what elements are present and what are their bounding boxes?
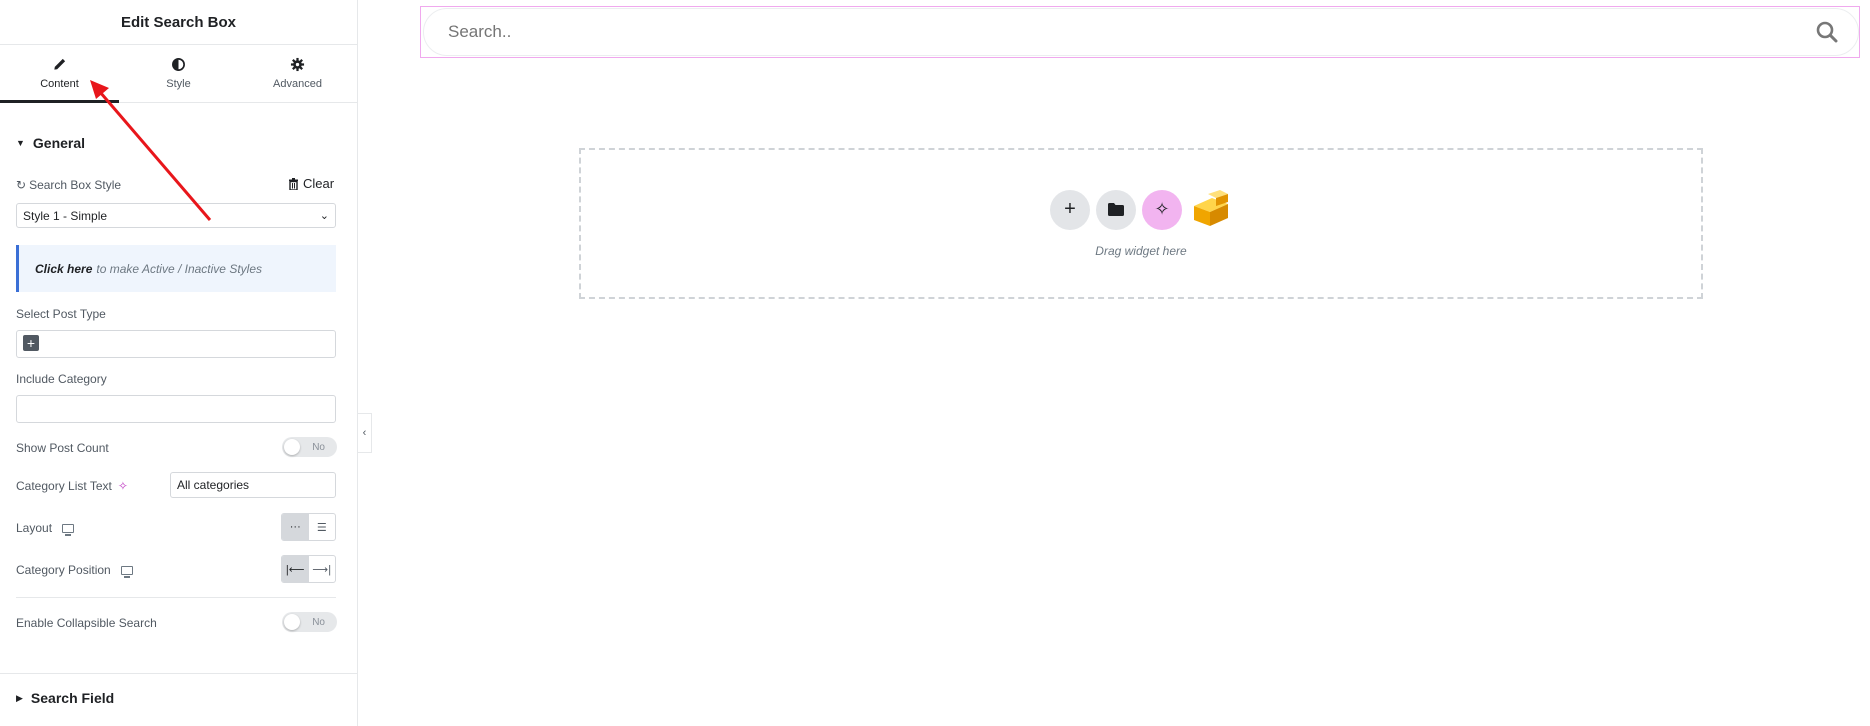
section-general-heading: General	[32, 135, 86, 151]
caret-down-icon: ▼	[16, 138, 25, 148]
select-post-type-label: Select Post Type	[16, 307, 106, 321]
caret-right-icon: ▶	[16, 692, 23, 703]
tab-style-label: Style	[166, 78, 191, 90]
enable-collapsible-label: Enable Collapsible Search	[16, 616, 157, 630]
panel-title: Edit Search Box	[120, 13, 237, 31]
include-category-input[interactable]	[16, 395, 336, 423]
pencil-icon	[54, 58, 66, 70]
add-section-button[interactable]: +	[1050, 189, 1090, 230]
plus-icon: +	[1064, 198, 1076, 220]
divider	[16, 597, 336, 598]
search-icon	[1816, 21, 1838, 43]
drop-zone-text: Drag widget here	[1095, 243, 1187, 258]
chevron-down-icon: ⌄	[319, 210, 329, 222]
collapse-panel-button[interactable]: ‹	[358, 413, 372, 453]
position-right-option[interactable]: ⟶|	[309, 556, 336, 582]
ai-sparkle-icon[interactable]: ✧	[118, 479, 128, 493]
contrast-icon	[172, 58, 185, 71]
editor-panel: Edit Search Box Content Style Advanced ▼…	[0, 0, 358, 726]
tab-advanced[interactable]: Advanced	[238, 45, 357, 102]
panel-tabs: Content Style Advanced	[0, 45, 357, 103]
chevron-left-icon: ‹	[362, 427, 367, 439]
clear-label: Clear	[303, 176, 335, 191]
section-search-field-heading: Search Field	[30, 690, 115, 706]
search-box-widget[interactable]	[420, 6, 1860, 58]
desktop-icon[interactable]	[62, 523, 75, 536]
info-text: to make Active / Inactive Styles	[96, 261, 262, 276]
click-here-link[interactable]: Click here	[35, 262, 92, 276]
layout-list-option[interactable]: ☰	[309, 514, 336, 540]
panel-header: Edit Search Box	[0, 0, 357, 45]
clear-button[interactable]: Clear	[288, 176, 334, 191]
styles-info-box: Click here to make Active / Inactive Sty…	[16, 245, 336, 292]
section-divider	[0, 673, 357, 674]
layout-label: Layout	[16, 521, 53, 535]
layout-row: Layout	[16, 521, 75, 536]
trash-icon	[289, 177, 298, 190]
select-post-type-input[interactable]: +	[16, 330, 336, 358]
show-post-count-value: No	[312, 441, 325, 453]
tab-style[interactable]: Style	[119, 45, 238, 102]
desktop-icon[interactable]	[120, 565, 133, 578]
category-position-switch: |⟵ ⟶|	[281, 555, 336, 583]
gear-icon	[290, 57, 305, 72]
include-category-label: Include Category	[16, 372, 107, 386]
search-box-style-row: ↻ Search Box Style	[16, 178, 121, 192]
folder-icon	[1108, 203, 1124, 216]
refresh-icon: ↻	[16, 178, 27, 192]
template-library-button[interactable]	[1096, 189, 1136, 230]
enable-collapsible-toggle[interactable]: No	[282, 612, 337, 632]
tab-content[interactable]: Content	[0, 45, 119, 103]
search-box-style-select[interactable]: Style 1 - Simple ⌄	[16, 203, 336, 228]
search-box-style-label: Search Box Style	[29, 178, 122, 192]
category-position-label: Category Position	[16, 563, 111, 577]
tab-advanced-label: Advanced	[273, 78, 322, 90]
category-list-text-row: Category List Text ✧	[16, 479, 128, 493]
category-list-text-label: Category List Text	[16, 479, 112, 493]
category-position-row: Category Position	[16, 563, 133, 578]
search-input[interactable]	[423, 8, 1859, 56]
drop-zone-buttons: + ✧	[1050, 189, 1232, 230]
show-post-count-label: Show Post Count	[16, 441, 109, 455]
show-post-count-toggle[interactable]: No	[282, 437, 337, 457]
drop-zone[interactable]: + ✧ Drag widget here	[579, 148, 1703, 299]
align-right-icon: ⟶|	[312, 563, 332, 576]
layout-switch: ··· ☰	[281, 513, 336, 541]
section-general-toggle[interactable]: ▼ General	[16, 135, 85, 151]
position-left-option[interactable]: |⟵	[282, 556, 309, 582]
cube-logo-icon	[1194, 189, 1228, 226]
search-button[interactable]	[1797, 9, 1857, 55]
plugin-cube-button[interactable]	[1188, 189, 1232, 230]
search-box-style-value: Style 1 - Simple	[23, 208, 108, 223]
toggle-knob	[284, 614, 300, 630]
toggle-knob	[284, 439, 300, 455]
align-left-icon: |⟵	[285, 563, 305, 576]
add-icon[interactable]: +	[23, 335, 39, 351]
list-icon: ☰	[316, 521, 327, 534]
dots-icon: ···	[289, 521, 301, 533]
ai-button[interactable]: ✧	[1142, 189, 1182, 230]
layout-inline-option[interactable]: ···	[282, 514, 309, 540]
ai-sparkle-icon: ✧	[1154, 199, 1170, 219]
category-list-text-input[interactable]	[170, 472, 336, 498]
tab-content-label: Content	[40, 78, 79, 90]
enable-collapsible-value: No	[312, 616, 325, 628]
section-search-field-toggle[interactable]: ▶ Search Field	[16, 690, 114, 706]
